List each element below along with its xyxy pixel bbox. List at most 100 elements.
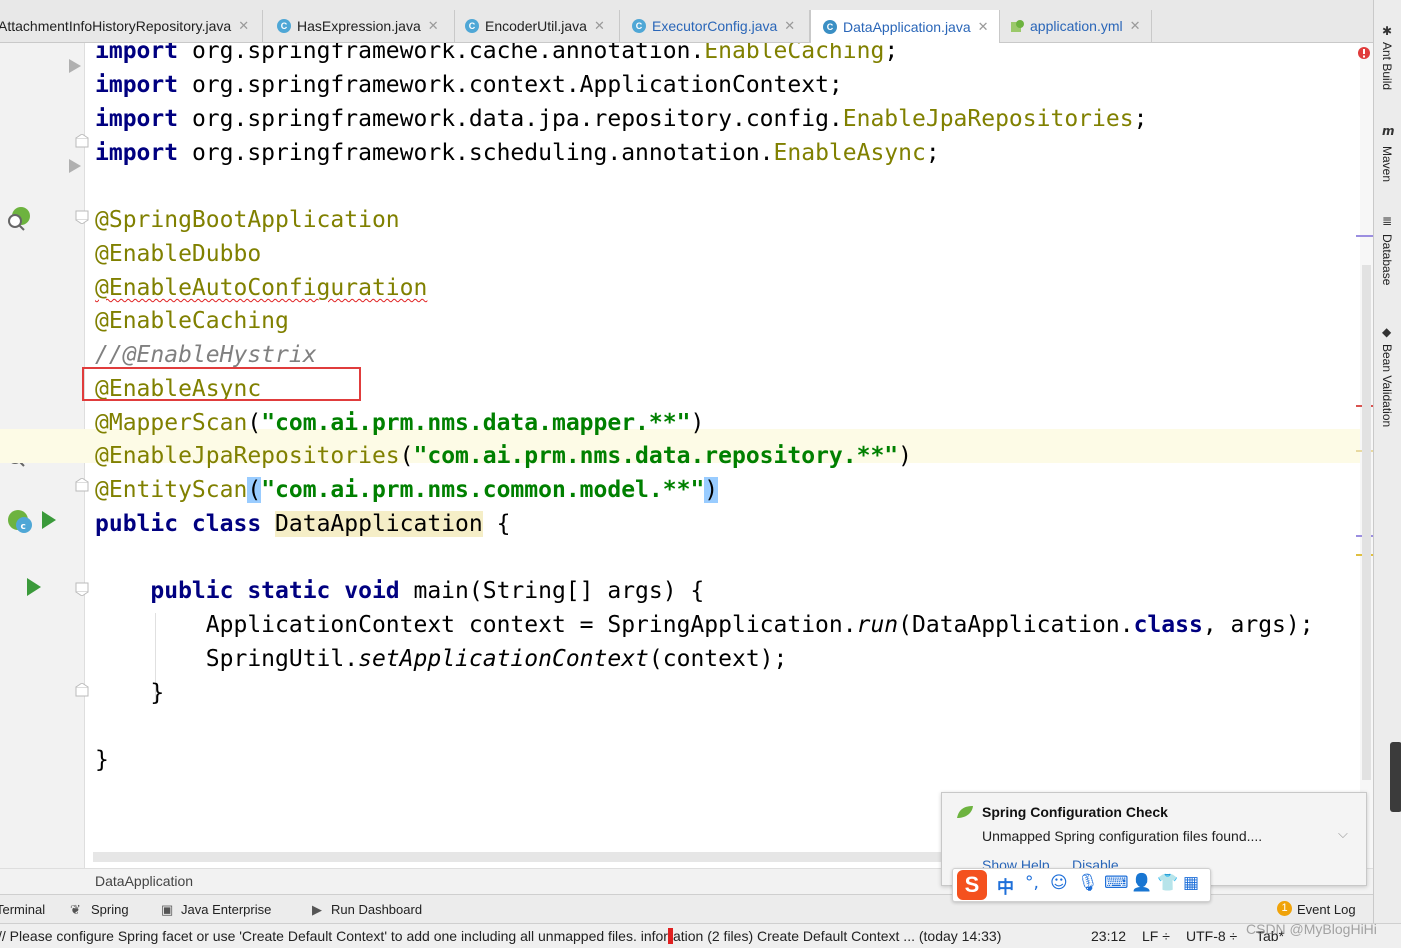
annotation-name: @EnableJpaRepositories	[95, 443, 400, 469]
spring-bean-icon[interactable]	[6, 205, 32, 231]
annotation-mapperscan[interactable]: @MapperScan("com.ai.prm.nms.data.mapper.…	[95, 406, 704, 440]
code-line-3[interactable]: import org.springframework.data.jpa.repo…	[95, 102, 1147, 136]
class-icon: C	[465, 19, 479, 33]
status-text: ation (2 files) Create Default Context .…	[672, 928, 1002, 944]
emoji-icon[interactable]: ☺	[1050, 873, 1068, 893]
status-message[interactable]: // Please configure Spring facet or use …	[0, 928, 1001, 944]
keyword: import	[95, 72, 179, 98]
keyboard-icon[interactable]: ⌨	[1104, 873, 1129, 893]
tool-database[interactable]: Database	[1380, 234, 1394, 285]
annotation-enabledubbo[interactable]: @EnableDubbo	[95, 237, 261, 271]
class-name: DataApplication	[275, 511, 483, 537]
tool-run-dashboard[interactable]: Run Dashboard	[331, 902, 422, 917]
keyword: import	[95, 106, 179, 132]
line-separator[interactable]: LF ÷	[1142, 928, 1170, 944]
class-declaration[interactable]: public class DataApplication {	[95, 507, 510, 541]
chevron-down-icon[interactable]: ⌵	[1338, 827, 1348, 842]
paren: (	[247, 410, 262, 436]
code-line-run[interactable]: ApplicationContext context = SpringAppli…	[95, 608, 1314, 642]
code-line-1[interactable]: import org.springframework.cache.annotat…	[95, 43, 898, 68]
annotation-enableautoconfiguration[interactable]: @EnableAutoConfiguration	[95, 271, 427, 305]
tool-ant-build[interactable]: Ant Build	[1380, 42, 1394, 90]
tab-executorconfig[interactable]: C ExecutorConfig.java ✕	[620, 10, 810, 42]
tool-bean-validation[interactable]: Bean Validation	[1380, 344, 1394, 427]
error-icon[interactable]	[1358, 47, 1370, 59]
close-icon[interactable]: ✕	[784, 18, 795, 34]
annotation-text: @EnableAutoConfiguration	[95, 275, 428, 301]
user-icon[interactable]: 👤	[1131, 873, 1152, 893]
statement: (DataApplication.	[898, 612, 1134, 638]
menu-grid-icon[interactable]: ▦	[1183, 873, 1199, 893]
tab-application-yml[interactable]: application.yml ✕	[1000, 10, 1152, 42]
package-path: org.springframework.data.jpa.repository.…	[178, 106, 843, 132]
ime-toolbar: S 中 °, ☺ 🎙 ⌨ 👤 👕 ▦	[952, 868, 1211, 902]
notification-body: Unmapped Spring configuration files foun…	[982, 828, 1263, 844]
close-icon[interactable]: ✕	[594, 18, 605, 34]
tab-attachmentinfohistoryrepository[interactable]: AttachmentInfoHistoryRepository.java ✕	[0, 10, 263, 42]
string-literal: "com.ai.prm.nms.common.model.**"	[261, 477, 705, 503]
fold-arrow-icon[interactable]	[68, 58, 82, 74]
code-line-4[interactable]: import org.springframework.scheduling.an…	[95, 136, 940, 170]
annotation-enablejparepositories[interactable]: @EnableJpaRepositories("com.ai.prm.nms.d…	[95, 439, 912, 473]
tab-label: AttachmentInfoHistoryRepository.java	[0, 18, 232, 34]
statement: (context);	[648, 646, 788, 672]
tab-dataapplication[interactable]: C DataApplication.java ✕	[810, 10, 1000, 43]
static-method: setApplicationContext	[358, 646, 649, 672]
side-widget[interactable]	[1390, 742, 1401, 812]
paren: (	[399, 443, 414, 469]
file-encoding[interactable]: UTF-8 ÷	[1186, 928, 1237, 944]
run-icon[interactable]	[41, 510, 57, 530]
keyword: public static void	[150, 578, 400, 604]
method-closing-brace[interactable]: }	[95, 676, 164, 710]
package-path: org.springframework.scheduling.annotatio…	[178, 140, 774, 166]
tab-hasexpression[interactable]: C HasExpression.java ✕	[263, 10, 455, 42]
stripe-mark[interactable]	[1356, 235, 1373, 237]
annotation-springbootapplication[interactable]: @SpringBootApplication	[95, 203, 400, 237]
code-line-setcontext[interactable]: SpringUtil.setApplicationContext(context…	[95, 642, 788, 676]
breadcrumb-item[interactable]: DataApplication	[95, 873, 193, 889]
tool-event-log[interactable]: Event Log	[1297, 902, 1356, 917]
ime-punctuation-toggle[interactable]: °,	[1025, 873, 1039, 893]
watermark: CSDN @MyBlogHiHi	[1246, 921, 1377, 937]
caret-position[interactable]: 23:12	[1091, 928, 1126, 944]
tab-encoderutil[interactable]: C EncoderUtil.java ✕	[455, 10, 620, 42]
svg-text:c: c	[21, 522, 26, 532]
close-icon[interactable]: ✕	[1130, 18, 1141, 34]
code-line-2[interactable]: import org.springframework.context.Appli…	[95, 68, 843, 102]
tool-terminal[interactable]: Terminal	[0, 902, 45, 917]
code-editor[interactable]: import org.springframework.cache.annotat…	[85, 43, 1360, 868]
close-icon[interactable]: ✕	[978, 19, 989, 35]
bean-validation-icon: ◆	[1382, 325, 1392, 339]
main-method-declaration[interactable]: public static void main(String[] args) {	[95, 574, 704, 608]
tool-java-enterprise[interactable]: Java Enterprise	[181, 902, 271, 917]
fold-arrow-icon[interactable]	[68, 158, 82, 174]
class-closing-brace[interactable]: }	[95, 743, 109, 777]
tool-maven[interactable]: Maven	[1380, 146, 1394, 182]
ime-language-toggle[interactable]: 中	[997, 873, 1014, 898]
status-text: // Please configure Spring facet or use …	[0, 928, 668, 944]
vertical-scrollbar[interactable]	[1362, 265, 1371, 780]
class-icon: C	[277, 19, 291, 33]
tab-label: EncoderUtil.java	[485, 18, 587, 34]
package-path: org.springframework.context.ApplicationC…	[178, 72, 843, 98]
paren: )	[704, 477, 719, 503]
annotation-enablecaching[interactable]: @EnableCaching	[95, 304, 289, 338]
keyword: import	[95, 140, 179, 166]
close-icon[interactable]: ✕	[238, 18, 249, 34]
semicolon: ;	[925, 140, 940, 166]
run-icon[interactable]	[26, 577, 42, 597]
spring-boot-class-icon[interactable]: c	[6, 508, 34, 534]
annotation-entityscan[interactable]: @EntityScan("com.ai.prm.nms.common.model…	[95, 473, 719, 507]
tab-label: HasExpression.java	[297, 18, 421, 34]
skin-icon[interactable]: 👕	[1157, 873, 1178, 893]
paren: (	[247, 477, 262, 503]
annotation-name: @MapperScan	[95, 410, 248, 436]
spring-leaf-icon	[957, 806, 973, 818]
close-icon[interactable]: ✕	[428, 18, 439, 34]
spring-yaml-icon	[1011, 20, 1024, 32]
sogou-logo-icon[interactable]: S	[957, 870, 987, 900]
microphone-icon[interactable]: 🎙	[1077, 873, 1099, 893]
statement: ApplicationContext context = SpringAppli…	[205, 612, 857, 638]
tool-spring[interactable]: Spring	[91, 902, 129, 917]
